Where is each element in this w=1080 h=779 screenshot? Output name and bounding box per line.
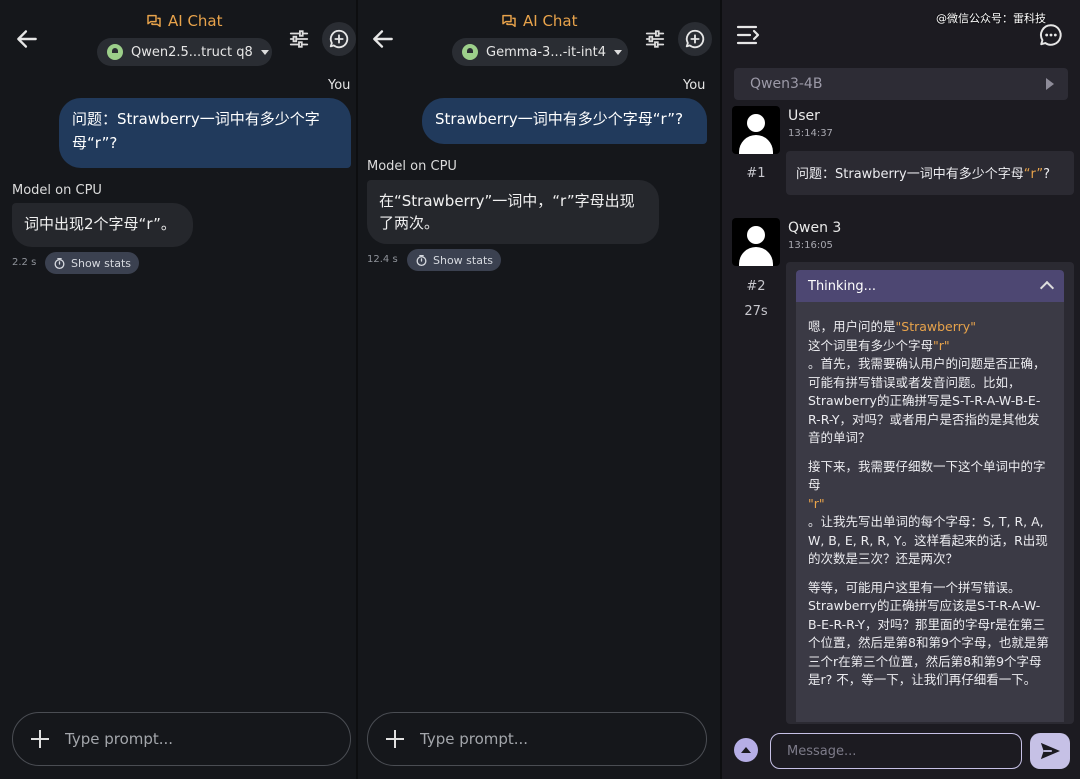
new-chat-button[interactable] bbox=[678, 22, 712, 56]
plus-icon[interactable] bbox=[384, 728, 406, 750]
thinking-content: 嗯，用户问的是"Strawberry" 这个词里有多少个字母"r" 。首先，我需… bbox=[796, 302, 1064, 722]
sliders-icon[interactable] bbox=[644, 28, 666, 50]
menu-icon[interactable] bbox=[736, 24, 760, 46]
app-title-text: AI Chat bbox=[523, 12, 578, 30]
timer-icon bbox=[54, 257, 65, 269]
up-arrow-icon bbox=[741, 747, 751, 753]
new-chat-icon bbox=[329, 29, 349, 49]
thinking-label: Thinking... bbox=[808, 278, 877, 294]
thinking-toggle[interactable]: Thinking... bbox=[796, 270, 1064, 302]
assistant-avatar bbox=[732, 218, 780, 266]
show-stats-button[interactable]: Show stats bbox=[407, 249, 502, 271]
play-icon bbox=[1046, 78, 1054, 90]
back-arrow-icon[interactable] bbox=[370, 26, 396, 52]
new-chat-button[interactable] bbox=[322, 22, 356, 56]
person-icon bbox=[747, 114, 765, 132]
model-name: Gemma-3...-it-int4 bbox=[486, 44, 607, 60]
timer-icon bbox=[416, 254, 427, 266]
user-message: Strawberry一词中有多少个字母“r”? bbox=[422, 98, 707, 144]
back-arrow-icon[interactable] bbox=[14, 26, 40, 52]
show-stats-label: Show stats bbox=[71, 256, 132, 270]
prompt-input[interactable] bbox=[418, 729, 662, 749]
robot-icon bbox=[462, 44, 478, 60]
caret-down-icon bbox=[260, 49, 269, 55]
user-message: 问题：Strawberry一词中有多少个字母“r”? bbox=[786, 151, 1074, 195]
user-message: 问题：Strawberry一词中有多少个字母“r”? bbox=[59, 98, 351, 168]
response-time: 2.2 s bbox=[12, 257, 37, 268]
message-author: User bbox=[788, 108, 820, 124]
message-input[interactable] bbox=[770, 733, 1022, 769]
assistant-message: Thinking... 嗯，用户问的是"Strawberry" 这个词里有多少个… bbox=[786, 262, 1074, 724]
message-author: Qwen 3 bbox=[788, 220, 842, 236]
send-button[interactable] bbox=[1030, 733, 1070, 769]
thinking-paragraph: 等等，可能用户这里有一个拼写错误。Strawberry的正确拼写应该是S-T-R… bbox=[808, 579, 1049, 688]
prompt-bar bbox=[367, 712, 707, 766]
model-label: Model on CPU bbox=[12, 183, 102, 198]
message-index: #2 bbox=[746, 279, 766, 294]
message-bubble-icon[interactable] bbox=[1038, 22, 1064, 48]
message-duration: 27s bbox=[744, 304, 768, 319]
robot-icon bbox=[107, 44, 123, 60]
person-icon bbox=[747, 226, 765, 244]
prompt-input[interactable] bbox=[63, 729, 307, 749]
model-selector[interactable]: Gemma-3...-it-int4 bbox=[452, 38, 628, 66]
plus-icon[interactable] bbox=[29, 728, 51, 750]
thinking-paragraph: 嗯，用户问的是"Strawberry" 这个词里有多少个字母"r" 。首先，我需… bbox=[808, 319, 1046, 445]
message-time: 13:14:37 bbox=[788, 128, 833, 139]
prompt-bar bbox=[12, 712, 351, 766]
bot-message: 词中出现2个字母“r”。 bbox=[12, 203, 193, 247]
chat-panel-qwen25: AI Chat Qwen2.5...truct q8 You 问题：Strawb… bbox=[0, 0, 356, 779]
app-title-text: AI Chat bbox=[168, 12, 223, 30]
model-selector[interactable]: Qwen3-4B bbox=[734, 68, 1068, 100]
app-title: AI Chat bbox=[146, 12, 223, 30]
message-index: #1 bbox=[746, 166, 766, 181]
send-icon bbox=[1040, 742, 1060, 760]
response-time: 12.4 s bbox=[367, 254, 398, 265]
model-selector[interactable]: Qwen2.5...truct q8 bbox=[97, 38, 272, 66]
bot-message: 在“Strawberry”一词中，“r”字母出现了两次。 bbox=[367, 180, 659, 244]
watermark: @微信公众号：雷科技 bbox=[936, 12, 1046, 25]
chevron-up-icon bbox=[1039, 280, 1055, 296]
user-avatar bbox=[732, 106, 780, 154]
model-label: Model on CPU bbox=[367, 159, 457, 174]
chat-icon bbox=[147, 14, 161, 28]
attach-button[interactable] bbox=[734, 738, 758, 762]
chat-panel-gemma3: AI Chat Gemma-3...-it-int4 You Strawberr… bbox=[358, 0, 720, 779]
thinking-paragraph: 接下来，我需要仔细数一下这个单词中的字母 "r" 。让我先写出单词的每个字母：S… bbox=[808, 458, 1048, 567]
caret-down-icon bbox=[614, 49, 623, 55]
you-label: You bbox=[328, 78, 351, 93]
show-stats-button[interactable]: Show stats bbox=[45, 252, 140, 274]
message-time: 13:16:05 bbox=[788, 240, 833, 251]
show-stats-label: Show stats bbox=[433, 253, 494, 267]
sliders-icon[interactable] bbox=[288, 28, 310, 50]
you-label: You bbox=[683, 78, 706, 93]
chat-icon bbox=[502, 14, 516, 28]
model-name: Qwen3-4B bbox=[750, 76, 823, 92]
model-name: Qwen2.5...truct q8 bbox=[131, 44, 253, 60]
chat-panel-qwen3: @微信公众号：雷科技 Qwen3-4B User 13:14:37 #1 问题：… bbox=[722, 0, 1080, 779]
new-chat-icon bbox=[685, 29, 705, 49]
app-title: AI Chat bbox=[501, 12, 578, 30]
